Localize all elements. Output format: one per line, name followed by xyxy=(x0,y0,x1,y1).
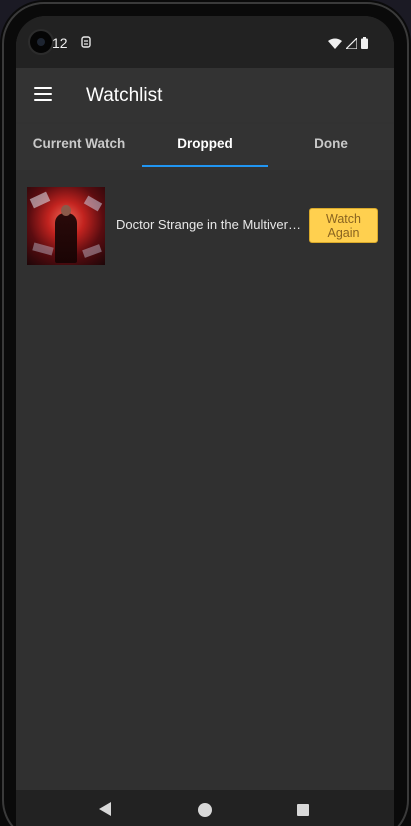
list-item[interactable]: Doctor Strange in the Multiverse of Madn… xyxy=(16,186,394,266)
movie-title: Doctor Strange in the Multiverse of Madn… xyxy=(116,217,306,232)
battery-icon xyxy=(361,37,368,49)
signal-icon xyxy=(346,37,357,49)
watch-again-button[interactable]: Watch Again xyxy=(309,208,378,243)
tab-label: Current Watch xyxy=(32,136,126,151)
active-tab-indicator xyxy=(142,165,268,167)
back-icon[interactable] xyxy=(99,802,111,816)
system-nav-bar xyxy=(16,790,394,826)
movie-poster xyxy=(27,187,105,265)
menu-icon[interactable] xyxy=(34,87,52,101)
screen: 12 Watchlist Current Watch Dropped Done … xyxy=(16,16,394,826)
page-title: Watchlist xyxy=(86,85,163,106)
status-icons xyxy=(328,36,368,50)
tab-label: Dropped xyxy=(177,136,233,151)
wifi-icon xyxy=(328,38,342,49)
recents-icon[interactable] xyxy=(297,804,309,816)
tab-label: Done xyxy=(314,136,348,151)
tab-current-watch[interactable]: Current Watch xyxy=(16,124,142,170)
notification-icon xyxy=(81,36,91,48)
tab-bar: Current Watch Dropped Done xyxy=(16,124,394,170)
status-time: 12 xyxy=(52,35,68,51)
status-bar: 12 xyxy=(16,16,394,68)
tab-dropped[interactable]: Dropped xyxy=(142,124,268,170)
device-frame: 12 Watchlist Current Watch Dropped Done … xyxy=(0,0,411,826)
watchlist-content: Doctor Strange in the Multiverse of Madn… xyxy=(16,170,394,790)
tab-done[interactable]: Done xyxy=(268,124,394,170)
front-camera xyxy=(28,29,54,55)
app-bar: Watchlist xyxy=(16,68,394,124)
home-icon[interactable] xyxy=(198,803,212,817)
